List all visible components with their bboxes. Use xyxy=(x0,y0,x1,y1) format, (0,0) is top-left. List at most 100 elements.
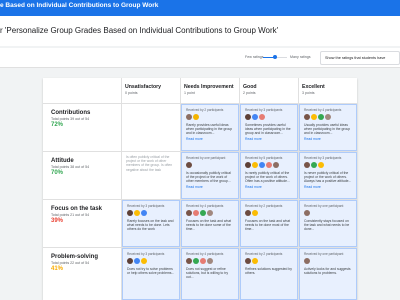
criterion-contributions: Contributions Total points 39 out of 54 … xyxy=(51,110,90,128)
avatar xyxy=(134,258,140,264)
participant-avatars xyxy=(304,162,356,168)
received-count: Received by 4 participants xyxy=(186,252,224,256)
participant-avatars xyxy=(245,162,297,168)
avatar xyxy=(186,162,192,168)
rating-cell[interactable]: Received by 5 participants Is rarely pub… xyxy=(240,152,298,199)
read-more-link[interactable]: Read more xyxy=(245,137,297,141)
participant-avatars xyxy=(245,258,297,264)
criterion-total: Total points 21 out of 54 xyxy=(51,213,90,217)
participant-avatars xyxy=(304,258,356,264)
received-count: Received by 3 participants xyxy=(245,108,283,112)
avatar xyxy=(245,210,251,216)
received-count: Received by 2 participants xyxy=(245,252,283,256)
rating-cell[interactable]: Received by 3 participants Sometimes pro… xyxy=(240,104,298,151)
ratings-filter-select[interactable]: Show the ratings that students have xyxy=(320,51,400,65)
level-points: 1 point xyxy=(184,91,195,95)
rating-cell[interactable]: Received by one participant Actively loo… xyxy=(299,248,357,300)
rating-description: Usually provides useful ideas when parti… xyxy=(304,123,351,136)
rating-cell[interactable]: Received by 3 participants Is never publ… xyxy=(299,152,357,199)
avatar xyxy=(304,210,310,216)
rating-cell[interactable]: Received by one participant Consistently… xyxy=(299,200,357,247)
rating-description: Consistently stays focused on the task a… xyxy=(304,219,350,232)
criterion-total: Total points 38 out of 54 xyxy=(51,165,90,169)
avatar xyxy=(318,114,324,120)
participant-avatars xyxy=(245,114,297,120)
participant-avatars xyxy=(304,210,356,216)
app-top-bar: e Based on Individual Contributions to G… xyxy=(0,0,400,16)
avatar xyxy=(193,114,199,120)
level-label: Needs Improvement xyxy=(184,84,234,90)
avatar xyxy=(304,162,310,168)
rating-description: Is rarely publicly critical of the proje… xyxy=(245,171,290,184)
criterion-title: Attitude xyxy=(51,158,74,164)
avatar xyxy=(134,210,140,216)
criterion-attitude: Attitude Total points 38 out of 54 70% xyxy=(51,158,89,176)
avatar xyxy=(252,114,258,120)
ratings-slider-thumb[interactable] xyxy=(273,55,277,59)
column-header-unsatisfactory: Unsatisfactory 0 points xyxy=(125,84,161,95)
avatar xyxy=(141,258,147,264)
participant-avatars xyxy=(127,210,179,216)
avatar xyxy=(318,162,324,168)
received-count: Received by 5 participants xyxy=(245,156,283,160)
rating-cell[interactable]: Received by one participant Is occasiona… xyxy=(181,152,239,199)
avatar xyxy=(245,114,251,120)
rating-cell[interactable]: Received by 4 participants Usually provi… xyxy=(299,104,357,151)
criterion-problem-solving: Problem-solving Total points 22 out of 5… xyxy=(51,254,98,272)
avatar xyxy=(273,162,279,168)
rating-description: Sometimes provides useful ideas when par… xyxy=(245,123,291,136)
read-more-link[interactable]: Read more xyxy=(245,185,297,189)
rating-cell[interactable]: Received by 2 participants Focuses on th… xyxy=(240,200,298,247)
rating-cell[interactable]: Received by 2 participants Refines solut… xyxy=(240,248,298,300)
read-more-link[interactable]: Read more xyxy=(304,137,356,141)
read-more-link[interactable]: Read more xyxy=(186,137,238,141)
received-count: Received by 3 participants xyxy=(127,252,165,256)
level-points: 0 points xyxy=(125,91,138,95)
few-ratings-label: Few ratings xyxy=(245,55,264,59)
rating-description: Is often publicly critical of the projec… xyxy=(126,155,173,172)
read-more-link[interactable]: Read more xyxy=(186,185,238,189)
participant-avatars xyxy=(245,210,297,216)
rating-description: Rarely provides useful ideas when partic… xyxy=(186,123,233,136)
avatar xyxy=(141,210,147,216)
participant-avatars xyxy=(186,258,238,264)
rating-description: Does not try to solve problems or help o… xyxy=(127,267,175,276)
criterion-total: Total points 22 out of 54 xyxy=(51,261,90,265)
rubric-table: Unsatisfactory 0 points Needs Improvemen… xyxy=(43,78,357,300)
rating-cell[interactable]: Is often publicly critical of the projec… xyxy=(122,152,180,199)
avatar xyxy=(186,114,192,120)
page-title: r 'Personalize Group Grades Based on Ind… xyxy=(0,26,279,35)
many-ratings-label: Many ratings xyxy=(290,55,311,59)
avatar xyxy=(207,210,213,216)
participant-avatars xyxy=(304,114,356,120)
avatar xyxy=(193,258,199,264)
read-more-link[interactable]: Read more xyxy=(304,185,356,189)
rating-cell[interactable]: Received by 3 participants Rarely focuse… xyxy=(122,200,180,247)
rating-description: Does not suggest or refine solutions, bu… xyxy=(186,267,229,280)
avatar xyxy=(252,162,258,168)
rating-description: Focuses on the task and what needs to be… xyxy=(186,219,232,232)
rating-description: Rarely focuses on the task and what need… xyxy=(127,219,174,232)
received-count: Received by 4 participants xyxy=(186,204,224,208)
level-label: Good xyxy=(243,84,257,90)
participant-avatars xyxy=(186,210,238,216)
rating-cell[interactable]: Received by 3 participants Does not try … xyxy=(122,248,180,300)
avatar xyxy=(252,258,258,264)
criterion-percent: 39% xyxy=(51,218,64,224)
avatar xyxy=(207,258,213,264)
criterion-percent: 41% xyxy=(51,266,64,272)
received-count: Received by 2 participants xyxy=(186,108,224,112)
received-count: Received by one participant xyxy=(304,252,344,256)
avatar xyxy=(193,210,199,216)
avatar xyxy=(311,114,317,120)
assignment-title: e Based on Individual Contributions to G… xyxy=(0,2,159,9)
avatar xyxy=(259,162,265,168)
column-header-needs-improvement: Needs Improvement 1 point xyxy=(184,84,234,95)
received-count: Received by 3 participants xyxy=(127,204,165,208)
rating-cell[interactable]: Received by 4 participants Does not sugg… xyxy=(181,248,239,300)
rating-cell[interactable]: Received by 2 participants Rarely provid… xyxy=(181,104,239,151)
avatar xyxy=(186,258,192,264)
rating-cell[interactable]: Received by 4 participants Focuses on th… xyxy=(181,200,239,247)
rating-cell[interactable] xyxy=(122,104,180,151)
avatar xyxy=(252,210,258,216)
